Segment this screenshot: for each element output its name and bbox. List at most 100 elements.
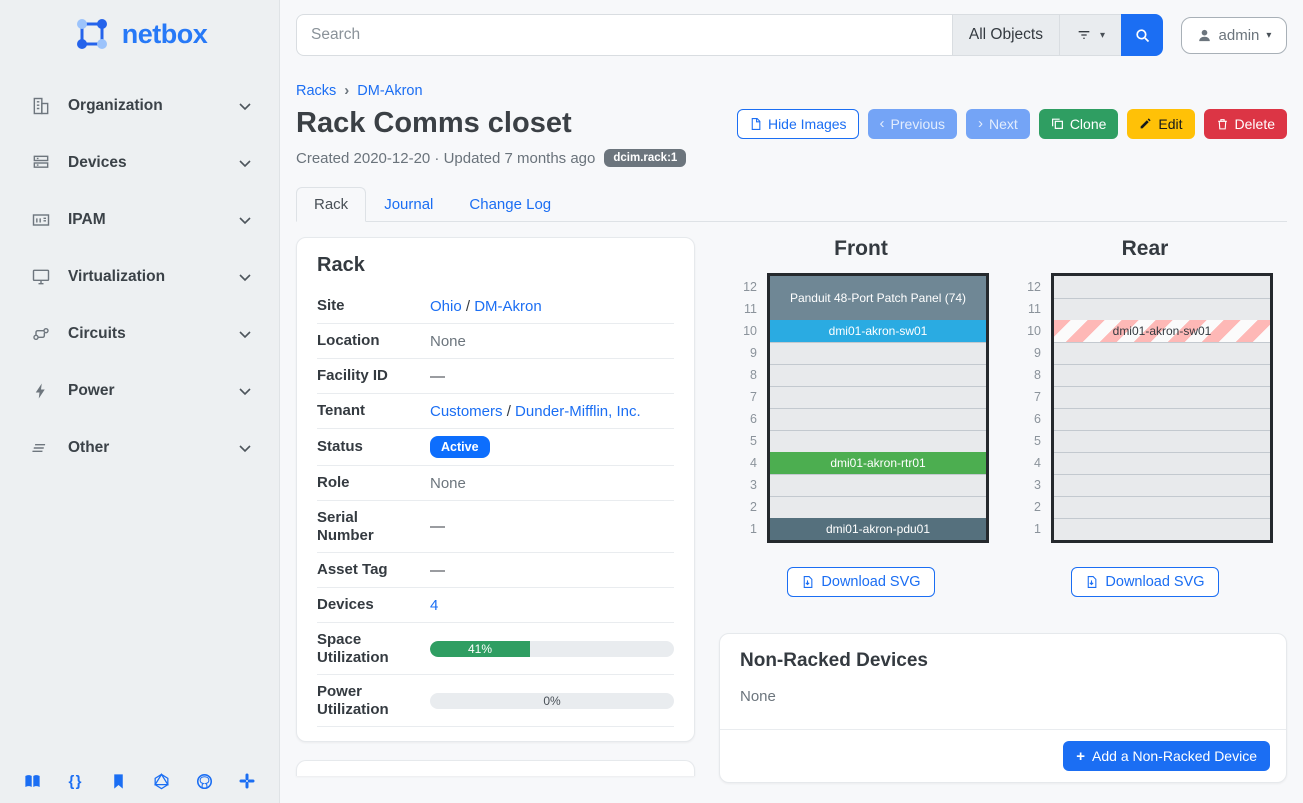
api-docs-icon[interactable] <box>108 771 128 791</box>
front-elevation-title: Front <box>834 237 888 261</box>
non-racked-devices-empty: None <box>740 688 1266 715</box>
serial-number-value: — <box>412 518 674 535</box>
front-rack-diagram: Panduit 48-Port Patch Panel (74)dmi01-ak… <box>767 273 989 543</box>
sidebar-item-power[interactable]: Power <box>0 371 279 411</box>
tab-bar: Rack Journal Change Log <box>296 187 1287 222</box>
tab-change-log[interactable]: Change Log <box>451 187 569 222</box>
rack-unit-number: 5 <box>1017 430 1041 452</box>
rack-unit-number: 6 <box>1017 408 1041 430</box>
tenant-link[interactable]: Dunder-Mifflin, Inc. <box>515 403 641 420</box>
rack-unit-slot[interactable] <box>770 386 986 408</box>
object-type-button[interactable]: All Objects <box>952 14 1059 56</box>
delete-button[interactable]: Delete <box>1204 109 1287 139</box>
field-row-role: Role None <box>317 466 674 501</box>
rack-unit-slot[interactable] <box>1054 518 1270 540</box>
rack-unit-slot[interactable] <box>1054 408 1270 430</box>
next-button[interactable]: › Next <box>966 109 1030 139</box>
rack-device[interactable]: dmi01-akron-sw01 <box>1054 320 1270 342</box>
sidebar-item-organization[interactable]: Organization <box>0 86 279 126</box>
rack-device[interactable]: dmi01-akron-pdu01 <box>770 518 986 540</box>
rack-device[interactable]: dmi01-akron-rtr01 <box>770 452 986 474</box>
breadcrumb-separator-icon: › <box>344 82 349 99</box>
role-value: None <box>412 475 674 492</box>
breadcrumb-link-site[interactable]: DM-Akron <box>357 83 422 99</box>
rack-unit-slot[interactable] <box>770 430 986 452</box>
asset-tag-value: — <box>412 562 674 579</box>
search-button[interactable] <box>1121 14 1163 56</box>
global-search: All Objects ▾ <box>296 14 1163 56</box>
rack-unit-slot[interactable] <box>1054 474 1270 496</box>
rack-unit-slot[interactable] <box>770 474 986 496</box>
user-name: admin <box>1219 27 1260 44</box>
docs-icon[interactable] <box>22 771 42 791</box>
rack-unit-number: 9 <box>733 342 757 364</box>
chevron-down-icon <box>237 326 253 342</box>
rack-unit-slot[interactable] <box>1054 342 1270 364</box>
github-icon[interactable] <box>194 771 214 791</box>
hide-images-button[interactable]: Hide Images <box>737 109 859 139</box>
filter-icon <box>1076 27 1092 43</box>
tenant-group-link[interactable]: Customers <box>430 403 503 420</box>
rack-unit-slot[interactable] <box>770 342 986 364</box>
user-icon <box>1197 28 1212 43</box>
caret-down-icon: ▾ <box>1100 30 1105 41</box>
field-row-tenant: Tenant Customers / Dunder-Mifflin, Inc. <box>317 394 674 429</box>
pencil-icon <box>1139 117 1152 130</box>
front-download-svg-button[interactable]: Download SVG <box>787 567 934 597</box>
breadcrumb: Racks › DM-Akron <box>296 82 1287 99</box>
sidebar-item-devices[interactable]: Devices <box>0 143 279 183</box>
space-utilization-bar: 41% <box>430 641 674 657</box>
rack-unit-slot[interactable] <box>770 408 986 430</box>
site-group-link[interactable]: Ohio <box>430 298 462 315</box>
image-file-icon <box>749 117 762 131</box>
chevron-down-icon <box>237 440 253 456</box>
netbox-logo[interactable]: netbox <box>0 0 279 60</box>
plus-icon: + <box>1076 749 1085 764</box>
sidebar-item-virtualization[interactable]: Virtualization <box>0 257 279 297</box>
field-row-status: Status Active <box>317 429 674 466</box>
rest-api-icon[interactable]: { } <box>65 771 85 791</box>
rack-unit-slot[interactable] <box>1054 452 1270 474</box>
tab-journal[interactable]: Journal <box>366 187 451 222</box>
filter-button[interactable]: ▾ <box>1059 14 1121 56</box>
clone-button[interactable]: Clone <box>1039 109 1119 139</box>
rack-unit-number: 2 <box>733 496 757 518</box>
devices-count-link[interactable]: 4 <box>430 597 438 614</box>
rack-unit-slot[interactable] <box>1054 496 1270 518</box>
slack-icon[interactable] <box>237 771 257 791</box>
rack-unit-slot[interactable] <box>1054 276 1270 298</box>
rack-panel-title: Rack <box>317 254 674 277</box>
graphql-icon[interactable] <box>151 771 171 791</box>
tab-rack[interactable]: Rack <box>296 187 366 222</box>
add-non-racked-device-button[interactable]: + Add a Non-Racked Device <box>1063 741 1270 771</box>
rack-unit-slot[interactable] <box>770 364 986 386</box>
location-value: None <box>412 333 674 350</box>
sidebar-item-ipam[interactable]: IPAM <box>0 200 279 240</box>
sidebar-item-circuits[interactable]: Circuits <box>0 314 279 354</box>
rack-unit-slot[interactable] <box>1054 386 1270 408</box>
netbox-logo-icon <box>72 14 112 54</box>
rear-download-svg-button[interactable]: Download SVG <box>1071 567 1218 597</box>
main-content: All Objects ▾ admin ▾ Racks › DM-Akron R <box>280 0 1303 803</box>
site-link[interactable]: DM-Akron <box>474 298 542 315</box>
sidebar-item-other[interactable]: Other <box>0 428 279 468</box>
user-menu-button[interactable]: admin ▾ <box>1181 17 1287 54</box>
edit-button[interactable]: Edit <box>1127 109 1194 139</box>
rack-device[interactable]: dmi01-akron-sw01 <box>770 320 986 342</box>
rack-unit-slot[interactable] <box>1054 430 1270 452</box>
rack-unit-slot[interactable] <box>1054 364 1270 386</box>
rack-elevations: Front 121110987654321 Panduit 48-Port Pa… <box>719 237 1287 597</box>
rack-panel: Rack Site Ohio / DM-Akron Location None <box>296 237 695 742</box>
rack-device[interactable]: Panduit 48-Port Patch Panel (74) <box>770 276 986 320</box>
space-utilization-fill: 41% <box>430 641 530 657</box>
rack-unit-slot[interactable] <box>770 496 986 518</box>
field-row-space-utilization: Space Utilization 41% <box>317 623 674 675</box>
field-row-asset-tag: Asset Tag — <box>317 553 674 588</box>
rack-unit-slot[interactable] <box>1054 298 1270 320</box>
rear-rack-diagram: dmi01-akron-sw01 <box>1051 273 1273 543</box>
previous-button[interactable]: ‹ Previous <box>868 109 957 139</box>
power-icon <box>30 380 52 402</box>
search-input[interactable] <box>296 14 952 56</box>
chevron-down-icon <box>237 383 253 399</box>
breadcrumb-link-racks[interactable]: Racks <box>296 83 336 99</box>
